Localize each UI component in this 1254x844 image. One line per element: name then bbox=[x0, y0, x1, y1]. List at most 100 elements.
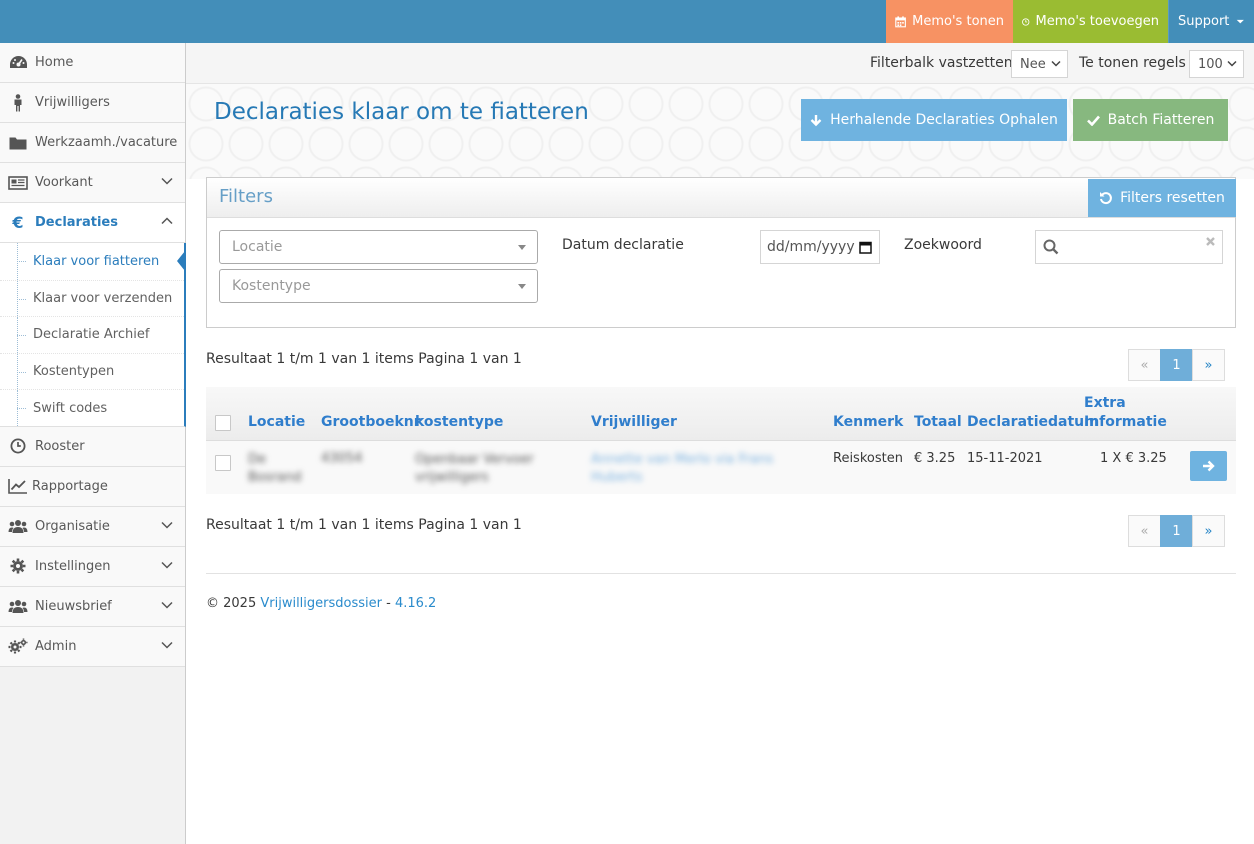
caret-down-icon bbox=[518, 284, 526, 289]
open-row-button[interactable] bbox=[1190, 451, 1227, 481]
sidebar-item-label: Voorkant bbox=[35, 175, 93, 190]
sidebar-item-instellingen[interactable]: Instellingen bbox=[0, 546, 185, 587]
recurring-declarations-label: Herhalende Declaraties Ophalen bbox=[830, 112, 1058, 128]
sidebar-item-werkzaamheden[interactable]: Werkzaamh./vacature bbox=[0, 123, 185, 163]
chevron-down-icon bbox=[161, 601, 173, 609]
chevron-up-icon bbox=[161, 217, 173, 225]
footer-divider bbox=[206, 573, 1236, 574]
pager-page[interactable]: 1 bbox=[1160, 515, 1193, 547]
sidebar-item-home[interactable]: Home bbox=[0, 43, 185, 83]
col-locatie[interactable]: Locatie bbox=[248, 414, 305, 430]
pagination-bottom: « 1 » bbox=[1128, 515, 1225, 547]
pager-page[interactable]: 1 bbox=[1160, 349, 1193, 381]
search-icon bbox=[1043, 239, 1059, 255]
footer-copyright: © 2025 bbox=[206, 596, 257, 611]
chevron-down-icon bbox=[1051, 60, 1061, 67]
kostentype-dropdown[interactable]: Kostentype bbox=[219, 269, 538, 303]
sidebar-item-label: Vrijwilligers bbox=[35, 95, 110, 110]
top-navbar: Memo's tonen Memo's toevoegen Support bbox=[0, 0, 1254, 43]
sidebar-item-label: Organisatie bbox=[35, 518, 110, 534]
clock-icon bbox=[8, 437, 28, 455]
col-vrijwilliger[interactable]: Vrijwilliger bbox=[591, 414, 677, 430]
sidebar-item-label: Instellingen bbox=[35, 558, 111, 574]
sidebar-item-organisatie[interactable]: Organisatie bbox=[0, 506, 185, 547]
row-checkbox[interactable] bbox=[215, 455, 231, 471]
filterbar-select[interactable]: Nee bbox=[1011, 50, 1068, 78]
chevron-down-icon bbox=[161, 177, 173, 185]
datum-label: Datum declaratie bbox=[562, 237, 684, 253]
calendar-icon bbox=[895, 15, 906, 27]
footer-app-link[interactable]: Vrijwilligersdossier bbox=[260, 596, 382, 611]
filters-panel: Filters Filters resetten Locatie Kostent… bbox=[206, 177, 1236, 328]
select-all-checkbox[interactable] bbox=[215, 415, 231, 431]
sidebar-item-nieuwsbrief[interactable]: Nieuwsbrief bbox=[0, 586, 185, 627]
submenu-item-klaar-voor-verzenden[interactable]: Klaar voor verzenden bbox=[0, 279, 184, 317]
submenu-item-swift-codes[interactable]: Swift codes bbox=[0, 389, 184, 426]
support-label: Support bbox=[1178, 14, 1230, 29]
datum-input[interactable]: dd/mm/yyyy bbox=[760, 230, 880, 264]
submenu-item-klaar-voor-fiatteren[interactable]: Klaar voor fiatteren bbox=[0, 243, 185, 280]
recurring-declarations-button[interactable]: Herhalende Declaraties Ophalen bbox=[801, 99, 1067, 141]
cell-declaratiedatum: 15-11-2021 bbox=[967, 451, 1043, 466]
cell-vrijwilliger-link[interactable]: Annette van Merlo via Frans Huberts bbox=[591, 451, 801, 487]
footer-separator: - bbox=[386, 596, 391, 611]
top-actions: Memo's tonen Memo's toevoegen Support bbox=[886, 0, 1254, 43]
users-icon bbox=[8, 597, 28, 615]
cell-kenmerk: Reiskosten bbox=[833, 451, 903, 466]
pager-next[interactable]: » bbox=[1192, 349, 1225, 381]
submenu-item-declaratie-archief[interactable]: Declaratie Archief bbox=[0, 316, 184, 353]
result-summary-bottom: Resultaat 1 t/m 1 van 1 items Pagina 1 v… bbox=[206, 517, 522, 533]
page-title: Declaraties klaar om te fiatteren bbox=[214, 99, 589, 125]
col-totaal[interactable]: Totaal bbox=[914, 414, 962, 430]
memo-show-button[interactable]: Memo's tonen bbox=[886, 0, 1013, 43]
pager-prev[interactable]: « bbox=[1128, 349, 1161, 381]
gears-icon bbox=[8, 637, 28, 655]
locatie-dropdown[interactable]: Locatie bbox=[219, 230, 538, 264]
col-declaratiedatum[interactable]: Declaratiedatum bbox=[967, 414, 1099, 430]
pager-prev[interactable]: « bbox=[1128, 515, 1161, 547]
cell-extra: 1 X € 3.25 bbox=[1100, 451, 1167, 466]
memo-add-button[interactable]: Memo's toevoegen bbox=[1013, 0, 1168, 43]
sidebar-item-label: Werkzaamh./vacature bbox=[35, 135, 178, 150]
support-dropdown[interactable]: Support bbox=[1168, 0, 1254, 43]
footer-version: 4.16.2 bbox=[394, 596, 437, 611]
cell-grootboeknr: 43054 bbox=[321, 451, 363, 466]
col-extra-line1[interactable]: Extra bbox=[1084, 395, 1126, 411]
submenu-item-label: Kostentypen bbox=[33, 364, 115, 380]
sidebar-item-voorkant[interactable]: Voorkant bbox=[0, 163, 185, 203]
submenu-item-label: Declaratie Archief bbox=[33, 327, 150, 343]
sidebar-item-rapportage[interactable]: Rapportage bbox=[0, 466, 185, 507]
cell-totaal: € 3.25 bbox=[914, 451, 956, 466]
clear-icon[interactable] bbox=[1205, 236, 1216, 247]
result-summary-top: Resultaat 1 t/m 1 van 1 items Pagina 1 v… bbox=[206, 351, 522, 367]
sidebar-item-label: Home bbox=[35, 55, 74, 70]
memo-add-label: Memo's toevoegen bbox=[1035, 14, 1160, 29]
batch-approve-button[interactable]: Batch Fiatteren bbox=[1073, 99, 1228, 141]
rows-select[interactable]: 100 bbox=[1189, 50, 1244, 78]
sidebar-item-admin[interactable]: Admin bbox=[0, 626, 185, 667]
sidebar-item-rooster[interactable]: Rooster bbox=[0, 426, 185, 467]
pager-next[interactable]: » bbox=[1192, 515, 1225, 547]
clock-icon bbox=[1022, 17, 1030, 26]
sidebar-item-label: Admin bbox=[35, 638, 77, 654]
users-icon bbox=[8, 517, 28, 535]
cell-kostentype: Openbaar Vervoer vrijwilligers bbox=[415, 452, 534, 485]
reset-filters-button[interactable]: Filters resetten bbox=[1088, 179, 1236, 217]
gear-icon bbox=[8, 557, 28, 575]
newspaper-icon bbox=[8, 174, 28, 192]
sidebar: Home Vrijwilligers Werkzaamh./vacature V… bbox=[0, 43, 186, 844]
col-kostentype[interactable]: kostentype bbox=[415, 414, 503, 430]
chevron-down-icon bbox=[161, 641, 173, 649]
search-input[interactable] bbox=[1035, 230, 1223, 264]
sidebar-item-declaraties[interactable]: € Declaraties bbox=[0, 203, 185, 243]
col-extra-line2[interactable]: Informatie bbox=[1084, 414, 1167, 430]
col-grootboeknr[interactable]: Grootboeknr bbox=[321, 414, 421, 430]
chevron-down-icon bbox=[1227, 60, 1237, 67]
reset-filters-label: Filters resetten bbox=[1120, 190, 1225, 206]
submenu-item-kostentypen[interactable]: Kostentypen bbox=[0, 352, 184, 390]
col-kenmerk[interactable]: Kenmerk bbox=[833, 414, 903, 430]
active-indicator bbox=[177, 251, 185, 271]
folder-icon bbox=[8, 134, 28, 152]
datum-placeholder: dd/mm/yyyy bbox=[767, 239, 855, 255]
sidebar-item-vrijwilligers[interactable]: Vrijwilligers bbox=[0, 83, 185, 123]
